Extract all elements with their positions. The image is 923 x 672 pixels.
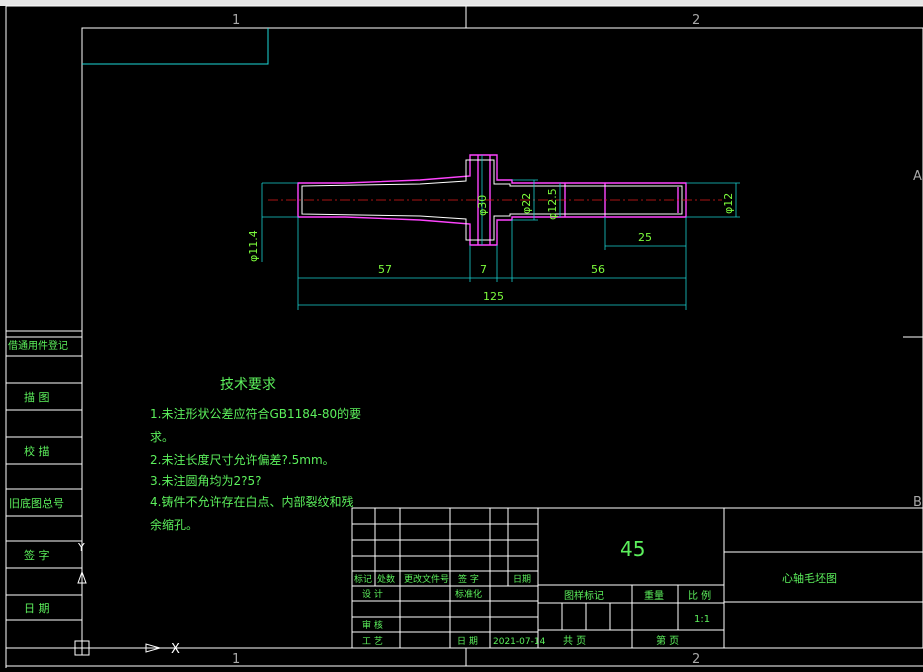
ucs-icon[interactable]: Y X: [74, 541, 180, 657]
drawing-canvas[interactable]: 1 2 1 2 A B φ11.4 φ30 φ22 φ12.5 φ12 57 7…: [0, 0, 923, 672]
tech-req-line-1: 1.未注形状公差应符合GB1184-80的要: [150, 406, 361, 421]
zone-label-col1-bottom: 1: [232, 652, 240, 667]
zone-label-col2-bottom: 2: [692, 652, 700, 667]
tech-req-line-4b: 余缩孔。: [150, 517, 198, 532]
ucs-y-label: Y: [77, 541, 85, 554]
tb-scale-label: 比 例: [688, 589, 711, 602]
tb-date-label: 日期: [513, 574, 531, 585]
tb-mark: 标记: [354, 573, 372, 585]
tb-standardize: 标准化: [455, 588, 482, 600]
tb-total-sheets: 共 页: [563, 635, 586, 647]
zone-label-row-a: A: [913, 169, 922, 184]
dim-len-56: 56: [591, 263, 605, 276]
tb-sheet-no: 第 页: [656, 634, 679, 647]
dimension-lines: [261, 155, 740, 310]
dim-len-125: 125: [483, 290, 504, 303]
tb-weight: 重量: [644, 589, 664, 602]
part-name: 心轴毛坯图: [782, 571, 837, 585]
dim-dia-22: φ22: [520, 193, 533, 214]
tb-signature: 签 字: [458, 573, 479, 585]
ucs-x-label: X: [171, 642, 180, 657]
side-check-trace: 校 描: [24, 444, 50, 458]
tech-req-line-1b: 求。: [150, 430, 174, 444]
side-borrow-register: 借通用件登记: [8, 339, 68, 352]
zone-label-col1-top: 1: [232, 13, 240, 28]
dim-dia-12-5: φ12.5: [546, 188, 559, 220]
side-date: 日 期: [24, 602, 50, 615]
dim-len-7: 7: [480, 263, 487, 276]
tb-scale-value: 1:1: [694, 614, 710, 625]
side-trace: 描 图: [24, 390, 50, 404]
dim-dia-11-4: φ11.4: [247, 230, 260, 262]
tech-req-line-3: 3.未注圆角均为2?5?: [150, 473, 261, 488]
tech-req-line-4: 4.铸件不允许存在白点、内部裂纹和残: [150, 494, 353, 509]
tb-stage-mark: 图样标记: [564, 589, 604, 602]
sheet-frame: [5, 5, 923, 668]
tb-change-doc: 更改文件号: [404, 573, 449, 585]
tb-process: 工 艺: [362, 636, 383, 647]
material-value: 45: [620, 537, 645, 561]
side-old-drawing-no: 旧底图总号: [9, 496, 64, 510]
dim-len-25: 25: [638, 231, 652, 244]
tb-date-value: 2021-07-14: [493, 637, 546, 647]
dim-dia-12: φ12: [722, 193, 735, 214]
tech-req-line-2: 2.未注长度尺寸允许偏差?.5mm。: [150, 452, 335, 467]
tb-design: 设 计: [362, 588, 383, 600]
tb-date2: 日 期: [457, 636, 478, 647]
side-block: [5, 330, 83, 649]
dim-dia-30: φ30: [476, 195, 489, 216]
tb-count: 处数: [377, 573, 395, 585]
tech-req-title: 技术要求: [220, 377, 276, 393]
side-signature: 签 字: [24, 548, 50, 562]
dim-len-57: 57: [378, 263, 392, 276]
technical-requirements: 技术要求 1.未注形状公差应符合GB1184-80的要 求。 2.未注长度尺寸允…: [150, 377, 361, 532]
tb-review: 审 核: [362, 619, 383, 631]
zone-label-col2-top: 2: [692, 13, 700, 28]
